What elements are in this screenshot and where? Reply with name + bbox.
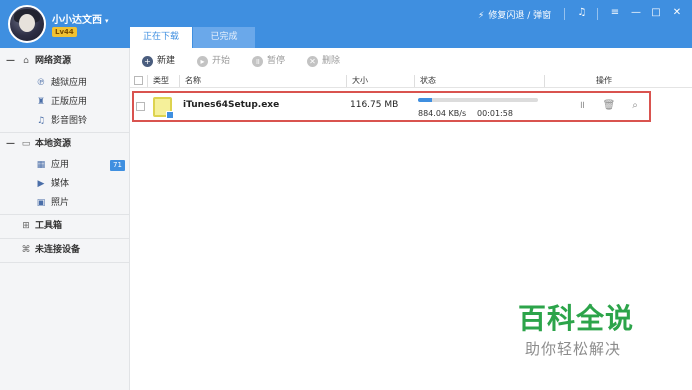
download-toolbar: + 新建 ▸ 开始 ॥ 暂停 ✕ 删除 xyxy=(130,48,692,74)
pause-icon: ॥ xyxy=(252,56,263,67)
collapse-icon[interactable]: — xyxy=(6,49,15,73)
pause-button[interactable]: ॥ 暂停 xyxy=(252,54,285,68)
music-note-icon[interactable]: ♫ xyxy=(575,6,589,20)
pause-icon[interactable]: ॥ xyxy=(575,99,589,113)
username-label: 小小达文西 xyxy=(52,15,102,26)
bolt-icon: ⚡ xyxy=(478,11,485,21)
delete-label: 删除 xyxy=(322,56,341,66)
maximize-icon[interactable]: □ xyxy=(649,6,663,20)
sidebar-item-apps[interactable]: ▦ 应用 71 xyxy=(0,156,129,175)
file-size: 116.75 MB xyxy=(350,100,399,110)
delete-icon: ✕ xyxy=(307,56,318,67)
sidebar-item-jailbreak-apps[interactable]: ℗ 越狱应用 xyxy=(0,74,129,93)
sidebar-section-local[interactable]: — ▭ 本地资源 xyxy=(0,132,129,156)
column-header-name[interactable]: 名称 xyxy=(185,74,201,88)
photo-icon: ▣ xyxy=(36,198,46,208)
start-label: 开始 xyxy=(212,56,231,66)
avatar-face xyxy=(19,14,35,32)
collapse-icon[interactable]: — xyxy=(6,132,15,156)
tab-downloading[interactable]: 正在下载 xyxy=(130,27,192,48)
column-header-type[interactable]: 类型 xyxy=(153,74,169,88)
column-divider xyxy=(147,75,148,87)
sidebar-item-photos[interactable]: ▣ 照片 xyxy=(0,194,129,213)
sidebar-section-toolbox[interactable]: ⊞ 工具箱 xyxy=(0,214,129,238)
tab-completed[interactable]: 已完成 xyxy=(193,27,255,48)
progress-fill xyxy=(418,98,433,102)
sidebar-item-media[interactable]: ▶ 媒体 xyxy=(0,175,129,194)
column-divider xyxy=(414,75,415,87)
sidebar-section-label: 未连接设备 xyxy=(35,245,81,255)
media-ringtone-icon: ♫ xyxy=(36,116,46,126)
sidebar-section-label: 工具箱 xyxy=(35,221,63,231)
jailbreak-app-icon: ℗ xyxy=(36,78,46,88)
watermark-subtitle: 助你轻松解决 xyxy=(525,340,622,358)
sidebar-item-genuine-apps[interactable]: ♜ 正版应用 xyxy=(0,93,129,112)
delete-button[interactable]: ✕ 删除 xyxy=(307,54,340,68)
level-badge: Lv44 xyxy=(52,27,77,37)
toolbox-icon: ⊞ xyxy=(22,221,30,231)
sidebar-item-label: 影音图铃 xyxy=(51,116,88,126)
sidebar-item-label: 媒体 xyxy=(51,179,70,189)
sidebar-divider xyxy=(0,262,129,263)
new-download-label: 新建 xyxy=(157,56,176,66)
count-badge: 71 xyxy=(110,160,125,171)
sidebar-item-label: 越狱应用 xyxy=(51,78,88,88)
header-divider xyxy=(597,8,598,20)
title-bar: 小小达文西 ▾ Lv44 ⚡ 修复闪退 / 弹窗 ♫ ≡ — □ ✕ 正在下载 已完… xyxy=(0,0,692,48)
avatar[interactable] xyxy=(8,5,46,43)
select-all-checkbox[interactable] xyxy=(134,76,143,85)
fix-crash-label: 修复闪退 / 弹窗 xyxy=(488,11,552,21)
time-remaining: 00:01:58 xyxy=(477,109,513,118)
sidebar-section-label: 本地资源 xyxy=(35,139,72,149)
column-header-status[interactable]: 状态 xyxy=(420,74,436,88)
close-icon[interactable]: ✕ xyxy=(670,6,684,20)
table-row[interactable]: iTunes64Setup.exe 116.75 MB 884.04 KB/s … xyxy=(132,91,651,122)
installer-badge-icon xyxy=(166,111,174,119)
sidebar-item-label: 应用 xyxy=(51,160,70,170)
new-download-button[interactable]: + 新建 xyxy=(142,54,175,68)
device-icon: ⌘ xyxy=(21,245,31,255)
sidebar-section-device[interactable]: ⌘ 未连接设备 xyxy=(0,238,129,262)
table-header: 类型 名称 大小 状态 操作 xyxy=(130,74,692,88)
chevron-down-icon: ▾ xyxy=(105,17,109,25)
play-icon: ▸ xyxy=(197,56,208,67)
sidebar-section-network[interactable]: — ⌂ 网络资源 xyxy=(0,49,129,73)
minimize-icon[interactable]: — xyxy=(629,6,643,20)
header-divider xyxy=(564,8,565,20)
file-name: iTunes64Setup.exe xyxy=(183,100,280,110)
file-type-icon xyxy=(153,97,174,119)
pause-label: 暂停 xyxy=(267,56,286,66)
trash-icon[interactable]: 🗑 xyxy=(602,99,616,113)
sidebar: — ⌂ 网络资源 ℗ 越狱应用 ♜ 正版应用 ♫ 影音图铃 — ▭ 本地资源 ▦… xyxy=(0,48,130,390)
apps-grid-icon: ▦ xyxy=(36,160,46,170)
plus-icon: + xyxy=(142,56,153,67)
download-speed: 884.04 KB/s xyxy=(418,109,467,118)
username-menu[interactable]: 小小达文西 ▾ xyxy=(52,11,109,26)
column-header-actions: 操作 xyxy=(596,76,612,85)
watermark-title: 百科全说 xyxy=(518,302,635,335)
monitor-icon: ▭ xyxy=(21,139,31,149)
column-divider xyxy=(544,75,545,87)
genuine-app-icon: ♜ xyxy=(36,97,46,107)
row-checkbox[interactable] xyxy=(136,102,145,111)
start-button[interactable]: ▸ 开始 xyxy=(197,54,230,68)
column-divider xyxy=(346,75,347,87)
home-icon: ⌂ xyxy=(23,56,29,66)
fix-crash-link[interactable]: ⚡ 修复闪退 / 弹窗 xyxy=(478,8,551,21)
sidebar-section-label: 网络资源 xyxy=(35,56,72,66)
sidebar-item-media-ringtones[interactable]: ♫ 影音图铃 xyxy=(0,112,129,131)
magnifier-icon[interactable]: ⌕ xyxy=(628,99,642,113)
column-header-size[interactable]: 大小 xyxy=(352,74,368,88)
sidebar-item-label: 正版应用 xyxy=(51,97,88,107)
column-divider xyxy=(179,75,180,87)
video-camera-icon: ▶ xyxy=(37,179,45,189)
menu-icon[interactable]: ≡ xyxy=(608,6,622,20)
sidebar-item-label: 照片 xyxy=(51,198,70,208)
progress-bar xyxy=(418,98,538,102)
